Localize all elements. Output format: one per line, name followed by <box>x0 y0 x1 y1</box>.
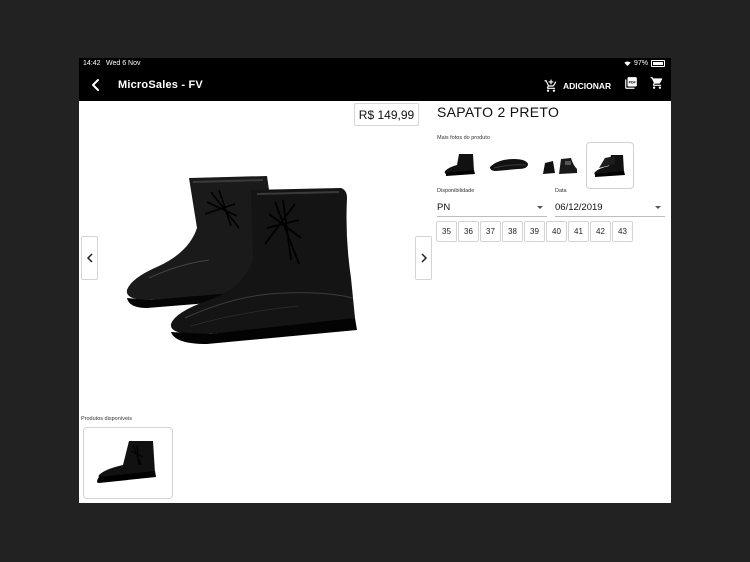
price-tag: R$ 149,99 <box>354 103 419 126</box>
svg-text:PDF: PDF <box>629 80 637 84</box>
add-shopping-cart-icon <box>544 79 557 92</box>
app-screen: 14:42 Wed 6 Nov 97% MicroSales - FV ADIC… <box>79 58 671 503</box>
size-chip[interactable]: 35 <box>436 221 457 242</box>
app-title: MicroSales - FV <box>118 79 203 91</box>
availability-value: PN <box>437 202 451 213</box>
shopping-cart-icon[interactable] <box>650 76 664 90</box>
chevron-left-icon <box>86 253 93 263</box>
status-time: 14:42 <box>83 60 101 67</box>
photo-thumbnail-3[interactable] <box>537 142 583 187</box>
available-products-label: Produtos disponíveis <box>81 416 133 422</box>
availability-label: Disponibilidade <box>437 188 475 194</box>
boot-side-thumbnail-image <box>594 154 625 177</box>
more-photos-label: Mais fotos do produto <box>437 135 490 141</box>
size-chip[interactable]: 36 <box>458 221 479 242</box>
boots-pair-thumbnail-image <box>543 157 577 174</box>
next-image-button[interactable] <box>415 236 432 280</box>
size-chip[interactable]: 42 <box>590 221 611 242</box>
size-chip[interactable]: 41 <box>568 221 589 242</box>
photo-thumbnail-4-selected[interactable] <box>586 142 634 189</box>
date-select[interactable]: 06/12/2019 <box>555 200 665 217</box>
size-chip[interactable]: 37 <box>480 221 501 242</box>
add-button-label: ADICIONAR <box>563 81 612 91</box>
size-selector: 35 36 37 38 39 40 41 42 43 <box>436 221 633 242</box>
product-main-image[interactable] <box>119 168 389 358</box>
wifi-icon <box>624 61 631 66</box>
status-bar: 14:42 Wed 6 Nov 97% <box>79 58 671 70</box>
available-product-image <box>97 441 156 483</box>
available-product-card[interactable] <box>83 427 173 499</box>
pdf-icon[interactable]: PDF <box>624 76 638 90</box>
add-button[interactable]: ADICIONAR <box>544 76 611 96</box>
battery-percent: 97% <box>633 60 648 67</box>
size-chip[interactable]: 39 <box>524 221 545 242</box>
app-bar: MicroSales - FV ADICIONAR PDF <box>79 70 671 101</box>
dropdown-caret-icon <box>655 206 661 209</box>
size-chip[interactable]: 40 <box>546 221 567 242</box>
boot-thumbnail-image <box>444 153 475 176</box>
status-right: 97% <box>624 60 665 67</box>
chevron-right-icon <box>420 253 427 263</box>
size-chip[interactable]: 38 <box>502 221 523 242</box>
date-value: 06/12/2019 <box>555 202 603 213</box>
availability-select[interactable]: PN <box>437 200 547 217</box>
previous-image-button[interactable] <box>81 236 98 280</box>
photo-thumbnail-2[interactable] <box>486 142 532 187</box>
boot-sole-thumbnail-image <box>490 158 528 171</box>
back-arrow-icon[interactable] <box>89 78 103 92</box>
size-chip[interactable]: 43 <box>612 221 633 242</box>
product-name: SAPATO 2 PRETO <box>437 104 560 120</box>
battery-icon <box>651 60 665 67</box>
dropdown-caret-icon <box>537 206 543 209</box>
status-date: Wed 6 Nov <box>106 60 141 67</box>
photo-thumbnail-1[interactable] <box>439 142 485 187</box>
date-label: Data <box>555 188 567 194</box>
